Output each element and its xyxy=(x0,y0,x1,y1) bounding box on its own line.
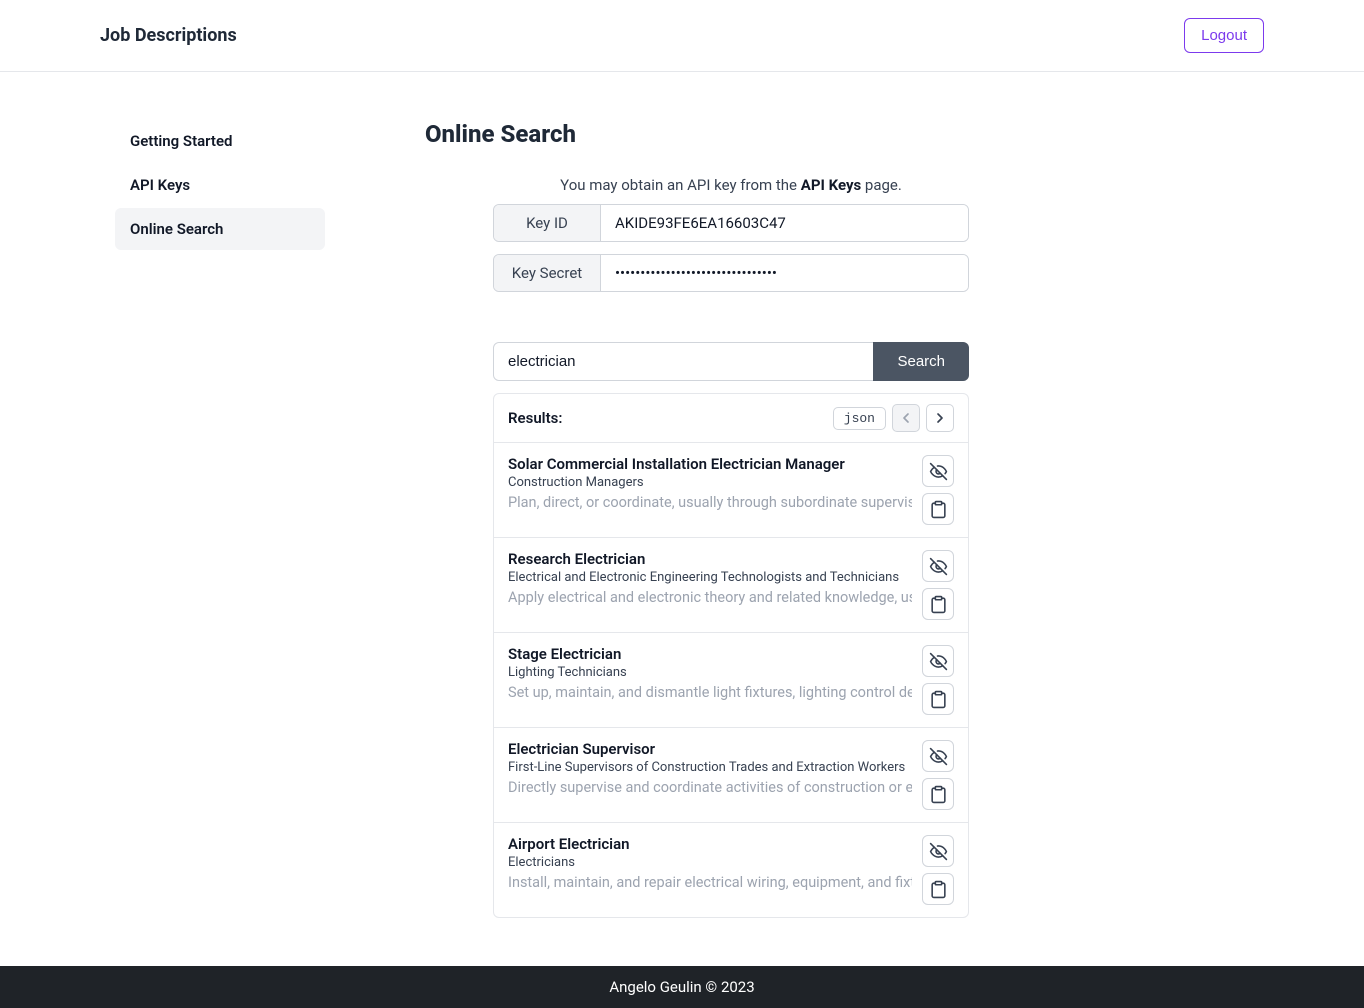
result-body: Research Electrician Electrical and Elect… xyxy=(508,550,912,620)
search-input[interactable] xyxy=(494,343,873,380)
key-secret-label: Key Secret xyxy=(494,255,601,291)
key-block: You may obtain an API key from the API K… xyxy=(493,176,969,292)
result-item: Solar Commercial Installation Electricia… xyxy=(494,443,968,538)
chevron-left-icon xyxy=(898,410,914,426)
page-title: Online Search xyxy=(425,120,1037,148)
results-panel: Results: json Solar Commercial Installat… xyxy=(493,393,969,918)
clipboard-icon xyxy=(929,500,948,519)
result-category: Lighting Technicians xyxy=(508,665,912,680)
clipboard-icon xyxy=(929,785,948,804)
result-title: Solar Commercial Installation Electricia… xyxy=(508,455,912,473)
info-text: You may obtain an API key from the API K… xyxy=(493,176,969,194)
sidebar: Getting Started API Keys Online Search xyxy=(115,120,325,918)
results-controls: json xyxy=(833,404,954,432)
result-item: Stage Electrician Lighting Technicians Set… xyxy=(494,633,968,728)
sidebar-item-api-keys[interactable]: API Keys xyxy=(115,164,325,206)
footer: Angelo Geulin © 2023 xyxy=(0,966,1364,1008)
copy-result-button[interactable] xyxy=(922,683,954,715)
result-description: Install, maintain, and repair electrical… xyxy=(508,874,912,891)
result-title: Research Electrician xyxy=(508,550,912,568)
copy-result-button[interactable] xyxy=(922,873,954,905)
eye-off-icon xyxy=(929,462,948,481)
result-description: Set up, maintain, and dismantle light fi… xyxy=(508,684,912,701)
footer-text: Angelo Geulin © 2023 xyxy=(609,978,754,996)
result-item: Electrician Supervisor First-Line Supervi… xyxy=(494,728,968,823)
eye-off-icon xyxy=(929,557,948,576)
prev-page-button[interactable] xyxy=(892,404,920,432)
result-body: Airport Electrician Electricians Install, … xyxy=(508,835,912,905)
sidebar-item-online-search[interactable]: Online Search xyxy=(115,208,325,250)
result-actions xyxy=(922,740,954,810)
result-actions xyxy=(922,835,954,905)
result-body: Electrician Supervisor First-Line Supervi… xyxy=(508,740,912,810)
eye-off-icon xyxy=(929,842,948,861)
main: Getting Started API Keys Online Search O… xyxy=(0,72,1364,966)
info-link[interactable]: API Keys xyxy=(801,176,861,194)
results-list: Solar Commercial Installation Electricia… xyxy=(494,443,968,917)
info-suffix: page. xyxy=(861,176,902,194)
key-id-label: Key ID xyxy=(494,205,601,241)
copy-result-button[interactable] xyxy=(922,588,954,620)
hide-result-button[interactable] xyxy=(922,645,954,677)
results-label: Results: xyxy=(508,409,562,427)
result-actions xyxy=(922,550,954,620)
next-page-button[interactable] xyxy=(926,404,954,432)
result-category: Electricians xyxy=(508,855,912,870)
sidebar-item-label: Online Search xyxy=(130,220,223,238)
hide-result-button[interactable] xyxy=(922,835,954,867)
key-secret-input[interactable] xyxy=(601,255,968,291)
sidebar-item-label: API Keys xyxy=(130,176,190,194)
result-body: Solar Commercial Installation Electricia… xyxy=(508,455,912,525)
result-category: Electrical and Electronic Engineering Te… xyxy=(508,570,912,585)
sidebar-item-getting-started[interactable]: Getting Started xyxy=(115,120,325,162)
results-header: Results: json xyxy=(494,394,968,443)
key-id-input[interactable] xyxy=(601,205,968,241)
result-actions xyxy=(922,645,954,715)
header: Job Descriptions Logout xyxy=(0,0,1364,72)
eye-off-icon xyxy=(929,652,948,671)
result-body: Stage Electrician Lighting Technicians Set… xyxy=(508,645,912,715)
app-title: Job Descriptions xyxy=(100,25,237,46)
hide-result-button[interactable] xyxy=(922,740,954,772)
result-description: Apply electrical and electronic theory a… xyxy=(508,589,912,606)
result-actions xyxy=(922,455,954,525)
result-title: Airport Electrician xyxy=(508,835,912,853)
result-item: Research Electrician Electrical and Elect… xyxy=(494,538,968,633)
sidebar-item-label: Getting Started xyxy=(130,132,232,150)
result-description: Plan, direct, or coordinate, usually thr… xyxy=(508,494,912,511)
clipboard-icon xyxy=(929,690,948,709)
key-secret-group: Key Secret xyxy=(493,254,969,292)
result-title: Stage Electrician xyxy=(508,645,912,663)
clipboard-icon xyxy=(929,595,948,614)
logout-button[interactable]: Logout xyxy=(1184,18,1264,53)
copy-result-button[interactable] xyxy=(922,493,954,525)
hide-result-button[interactable] xyxy=(922,455,954,487)
key-id-group: Key ID xyxy=(493,204,969,242)
search-button[interactable]: Search xyxy=(873,342,969,381)
hide-result-button[interactable] xyxy=(922,550,954,582)
result-item: Airport Electrician Electricians Install, … xyxy=(494,823,968,917)
json-badge[interactable]: json xyxy=(833,407,886,430)
result-description: Directly supervise and coordinate activi… xyxy=(508,779,912,796)
eye-off-icon xyxy=(929,747,948,766)
result-title: Electrician Supervisor xyxy=(508,740,912,758)
result-category: Construction Managers xyxy=(508,475,912,490)
search-bar: Search xyxy=(493,342,969,381)
result-category: First-Line Supervisors of Construction T… xyxy=(508,760,912,775)
copy-result-button[interactable] xyxy=(922,778,954,810)
content: Online Search You may obtain an API key … xyxy=(425,120,1037,918)
chevron-right-icon xyxy=(932,410,948,426)
clipboard-icon xyxy=(929,880,948,899)
info-prefix: You may obtain an API key from the xyxy=(560,176,801,194)
